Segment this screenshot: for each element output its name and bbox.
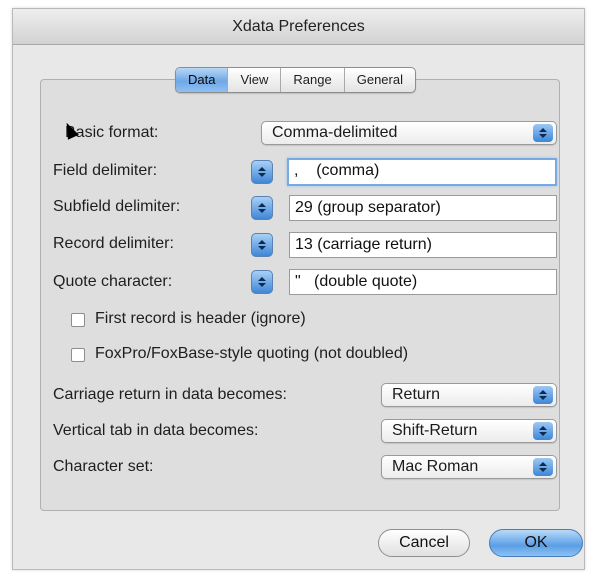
field-delimiter-input[interactable]: , (comma)	[287, 158, 557, 186]
tab-range[interactable]: Range	[280, 68, 343, 92]
character-set-label: Character set:	[53, 458, 154, 475]
record-delimiter-input[interactable]: 13 (carriage return)	[289, 232, 557, 258]
stepper-up-icon	[258, 203, 266, 207]
popup-arrows-icon	[533, 386, 553, 404]
vertical-tab-label: Vertical tab in data becomes:	[53, 422, 259, 439]
stepper-up-icon	[258, 167, 266, 171]
record-delimiter-label: Record delimiter:	[53, 235, 174, 252]
foxpro-quoting-checkbox[interactable]	[71, 348, 85, 362]
subfield-delimiter-label: Subfield delimiter:	[53, 198, 181, 215]
field-delimiter-label: Field delimiter:	[53, 162, 158, 179]
carriage-return-label: Carriage return in data becomes:	[53, 386, 287, 403]
window-title: Xdata Preferences	[13, 9, 584, 45]
stepper-up-icon	[258, 277, 266, 281]
carriage-return-value: Return	[392, 386, 441, 403]
tab-general[interactable]: General	[343, 68, 415, 92]
ok-button[interactable]: OK	[489, 529, 583, 557]
stepper-down-icon	[258, 173, 266, 177]
preferences-window: Xdata Preferences Data View Range Genera…	[12, 8, 585, 570]
field-delimiter-stepper[interactable]	[251, 160, 273, 184]
carriage-return-popup[interactable]: Return	[381, 383, 557, 407]
tab-view[interactable]: View	[227, 68, 280, 92]
stepper-down-icon	[258, 246, 266, 250]
stepper-down-icon	[258, 283, 266, 287]
character-set-popup[interactable]: Mac Roman	[381, 455, 557, 479]
basic-format-popup[interactable]: Comma-delimited	[261, 121, 557, 145]
foxpro-quoting-label: FoxPro/FoxBase-style quoting (not double…	[95, 345, 409, 362]
quote-character-input[interactable]: " (double quote)	[289, 269, 557, 295]
stepper-down-icon	[258, 209, 266, 213]
first-record-header-label: First record is header (ignore)	[95, 310, 306, 327]
tab-data[interactable]: Data	[176, 68, 228, 92]
vertical-tab-popup[interactable]: Shift-Return	[381, 419, 557, 443]
popup-arrows-icon	[533, 422, 553, 440]
basic-format-label: Basic format:	[65, 124, 159, 141]
popup-arrows-icon	[533, 458, 553, 476]
stepper-up-icon	[258, 240, 266, 244]
subfield-delimiter-input[interactable]: 29 (group separator)	[289, 195, 557, 221]
record-delimiter-stepper[interactable]	[251, 233, 273, 257]
vertical-tab-value: Shift-Return	[392, 422, 478, 439]
character-set-value: Mac Roman	[392, 458, 479, 475]
quote-character-label: Quote character:	[53, 273, 173, 290]
first-record-header-checkbox[interactable]	[71, 313, 85, 327]
quote-character-stepper[interactable]	[251, 270, 273, 294]
cancel-button[interactable]: Cancel	[378, 529, 470, 557]
tab-bar: Data View Range General	[175, 67, 416, 93]
subfield-delimiter-stepper[interactable]	[251, 196, 273, 220]
data-tab-panel: Basic format: Comma-delimited Field deli…	[40, 79, 560, 511]
popup-arrows-icon	[533, 124, 553, 142]
basic-format-value: Comma-delimited	[272, 124, 398, 141]
